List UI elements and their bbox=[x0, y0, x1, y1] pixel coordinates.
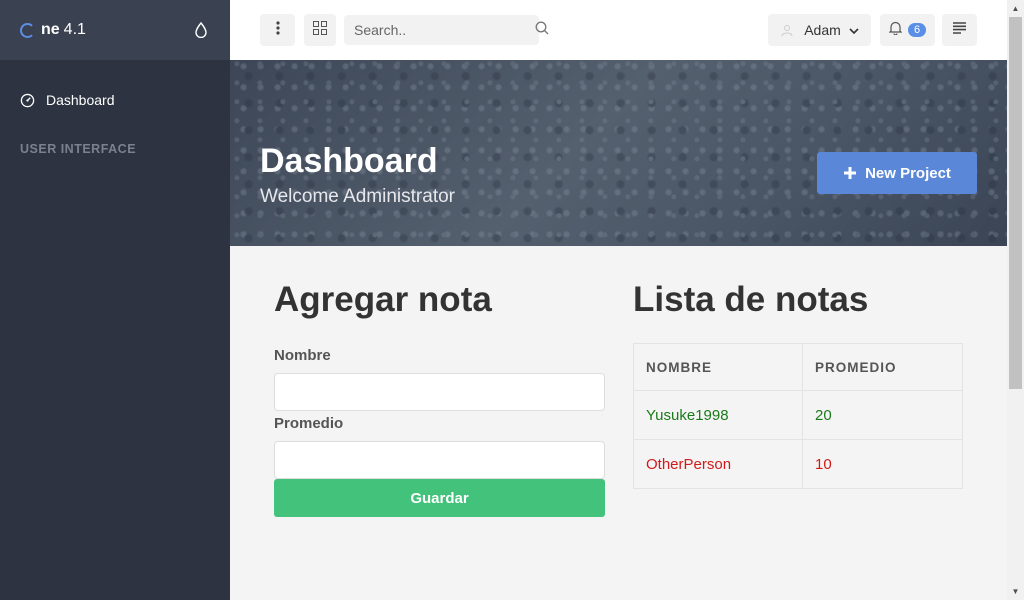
sidebar-section-heading: USER INTERFACE bbox=[20, 142, 137, 156]
search-box bbox=[344, 15, 549, 45]
brand-ring-icon bbox=[20, 22, 35, 38]
page-hero: Dashboard Welcome Administrator New Proj… bbox=[230, 60, 1007, 246]
search-icon[interactable] bbox=[535, 21, 549, 40]
menu-lines-icon bbox=[952, 21, 967, 39]
table-header-row: NOMBRE PROMEDIO bbox=[633, 343, 963, 391]
scroll-up-arrow-icon[interactable]: ▲ bbox=[1007, 0, 1024, 17]
page-scrollbar[interactable]: ▲ ▼ bbox=[1007, 0, 1024, 600]
plus-icon bbox=[843, 162, 857, 184]
notifications-button[interactable]: 6 bbox=[880, 14, 935, 46]
table-row: OtherPerson 10 bbox=[633, 439, 963, 489]
name-label: Nombre bbox=[274, 347, 331, 364]
row-name-cell: OtherPerson bbox=[633, 439, 803, 489]
user-avatar-icon bbox=[780, 23, 794, 37]
name-input[interactable] bbox=[274, 373, 605, 411]
form-title: Agregar nota bbox=[274, 280, 492, 319]
brand-version: 4.1 bbox=[63, 21, 86, 38]
apps-grid-button[interactable] bbox=[304, 14, 336, 46]
sidebar-item-label: Dashboard bbox=[46, 92, 115, 108]
brand-name: ne bbox=[41, 21, 60, 38]
chevron-down-icon bbox=[849, 22, 859, 38]
right-panel-toggle-button[interactable] bbox=[942, 14, 977, 46]
list-title: Lista de notas bbox=[633, 280, 869, 319]
new-project-label: New Project bbox=[865, 164, 951, 182]
sidebar-header: ne 4.1 bbox=[0, 0, 230, 60]
row-average-cell: 10 bbox=[802, 439, 963, 489]
vertical-dots-icon bbox=[275, 20, 280, 40]
search-input[interactable] bbox=[354, 22, 535, 38]
topbar: Adam 6 bbox=[230, 0, 1007, 60]
column-header-average: PROMEDIO bbox=[802, 343, 963, 391]
droplet-icon[interactable] bbox=[192, 21, 210, 39]
user-menu-button[interactable]: Adam bbox=[768, 14, 871, 46]
more-options-button[interactable] bbox=[260, 14, 295, 46]
scroll-down-arrow-icon[interactable]: ▼ bbox=[1007, 583, 1024, 600]
column-header-name: NOMBRE bbox=[633, 343, 803, 391]
notification-badge: 6 bbox=[907, 23, 927, 37]
user-name: Adam bbox=[804, 22, 841, 38]
average-input[interactable] bbox=[274, 441, 605, 479]
page-subtitle: Welcome Administrator bbox=[260, 186, 455, 207]
sidebar-item-dashboard[interactable]: Dashboard bbox=[0, 90, 230, 110]
row-average-cell: 20 bbox=[802, 390, 963, 440]
scrollbar-thumb[interactable] bbox=[1009, 17, 1022, 389]
average-label: Promedio bbox=[274, 415, 344, 432]
new-project-button[interactable]: New Project bbox=[817, 152, 977, 194]
bell-icon bbox=[888, 21, 903, 40]
speedometer-icon bbox=[20, 92, 36, 108]
row-name-cell: Yusuke1998 bbox=[633, 390, 803, 440]
table-row: Yusuke1998 20 bbox=[633, 390, 963, 440]
grid-icon bbox=[313, 20, 327, 40]
page-title: Dashboard bbox=[260, 142, 438, 180]
save-button[interactable]: Guardar bbox=[274, 479, 605, 517]
sidebar: ne 4.1 Dashboard USER INTERFACE bbox=[0, 0, 230, 600]
brand-logo[interactable]: ne 4.1 bbox=[20, 21, 86, 39]
notes-table: NOMBRE PROMEDIO Yusuke1998 20 OtherPerson 1… bbox=[633, 343, 963, 489]
